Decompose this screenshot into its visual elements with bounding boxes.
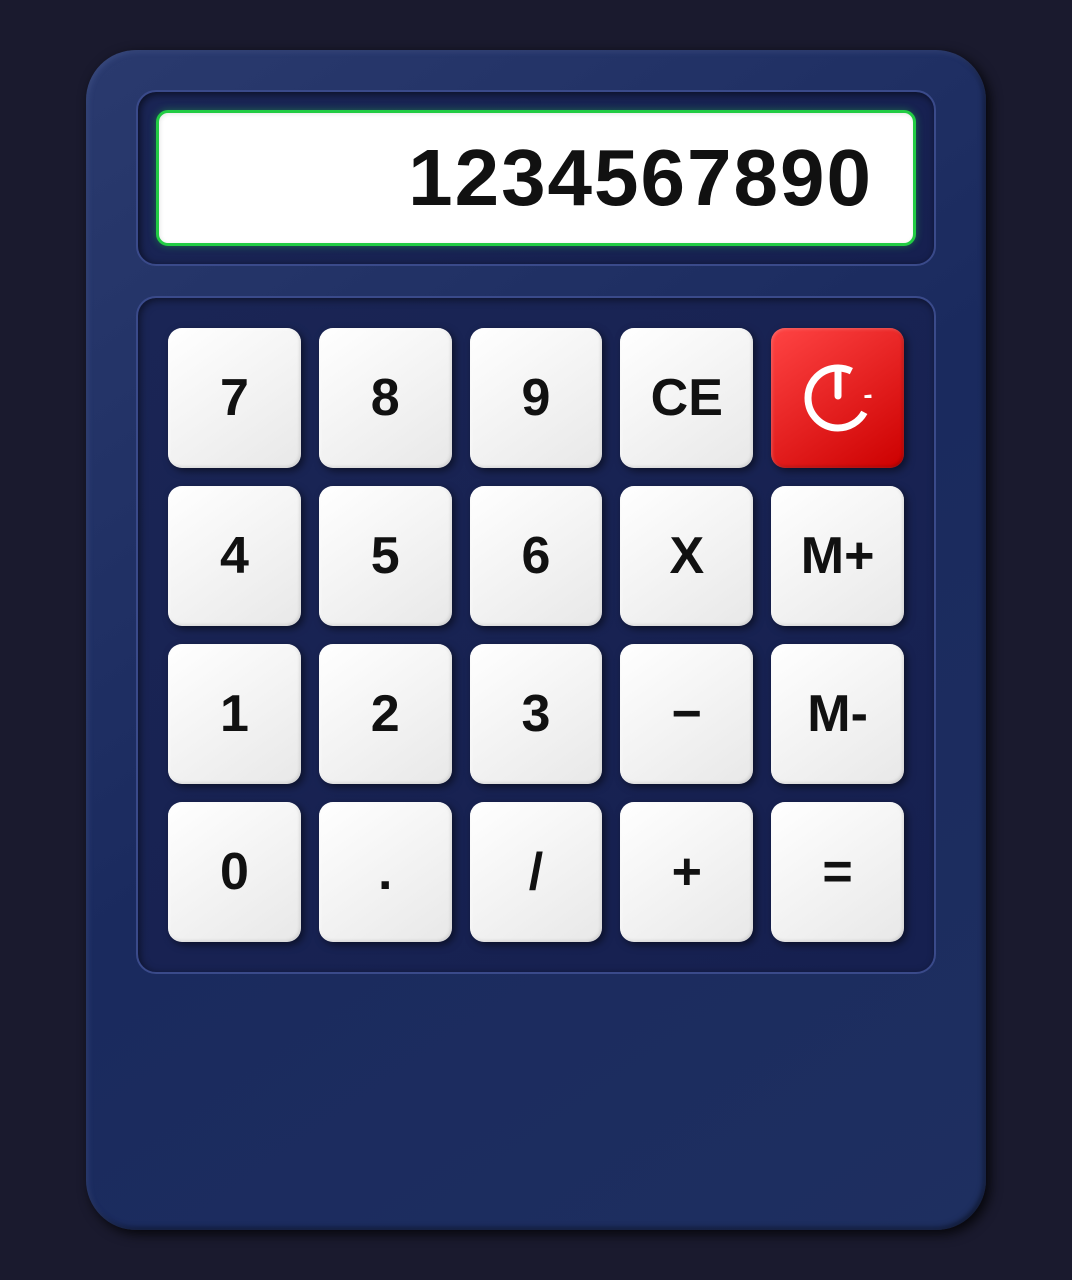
- btn-dot[interactable]: .: [319, 802, 452, 942]
- btn-multiply[interactable]: X: [620, 486, 753, 626]
- btn-2[interactable]: 2: [319, 644, 452, 784]
- btn-5[interactable]: 5: [319, 486, 452, 626]
- display-screen: 1234567890: [156, 110, 916, 246]
- buttons-grid: 7 8 9 CE 4 5 6 X M+: [136, 296, 936, 974]
- btn-m-minus[interactable]: M-: [771, 644, 904, 784]
- btn-minus[interactable]: −: [620, 644, 753, 784]
- btn-divide[interactable]: /: [470, 802, 603, 942]
- btn-1[interactable]: 1: [168, 644, 301, 784]
- btn-m-plus[interactable]: M+: [771, 486, 904, 626]
- btn-4[interactable]: 4: [168, 486, 301, 626]
- power-icon: [798, 358, 878, 438]
- btn-9[interactable]: 9: [470, 328, 603, 468]
- btn-0[interactable]: 0: [168, 802, 301, 942]
- btn-8[interactable]: 8: [319, 328, 452, 468]
- btn-ce[interactable]: CE: [620, 328, 753, 468]
- btn-equals[interactable]: =: [771, 802, 904, 942]
- btn-3[interactable]: 3: [470, 644, 603, 784]
- btn-6[interactable]: 6: [470, 486, 603, 626]
- btn-plus[interactable]: +: [620, 802, 753, 942]
- display-container: 1234567890: [136, 90, 936, 266]
- display-value: 1234567890: [408, 133, 873, 222]
- btn-7[interactable]: 7: [168, 328, 301, 468]
- calculator: 1234567890 7 8 9 CE 4 5 6: [86, 50, 986, 1230]
- btn-power[interactable]: [771, 328, 904, 468]
